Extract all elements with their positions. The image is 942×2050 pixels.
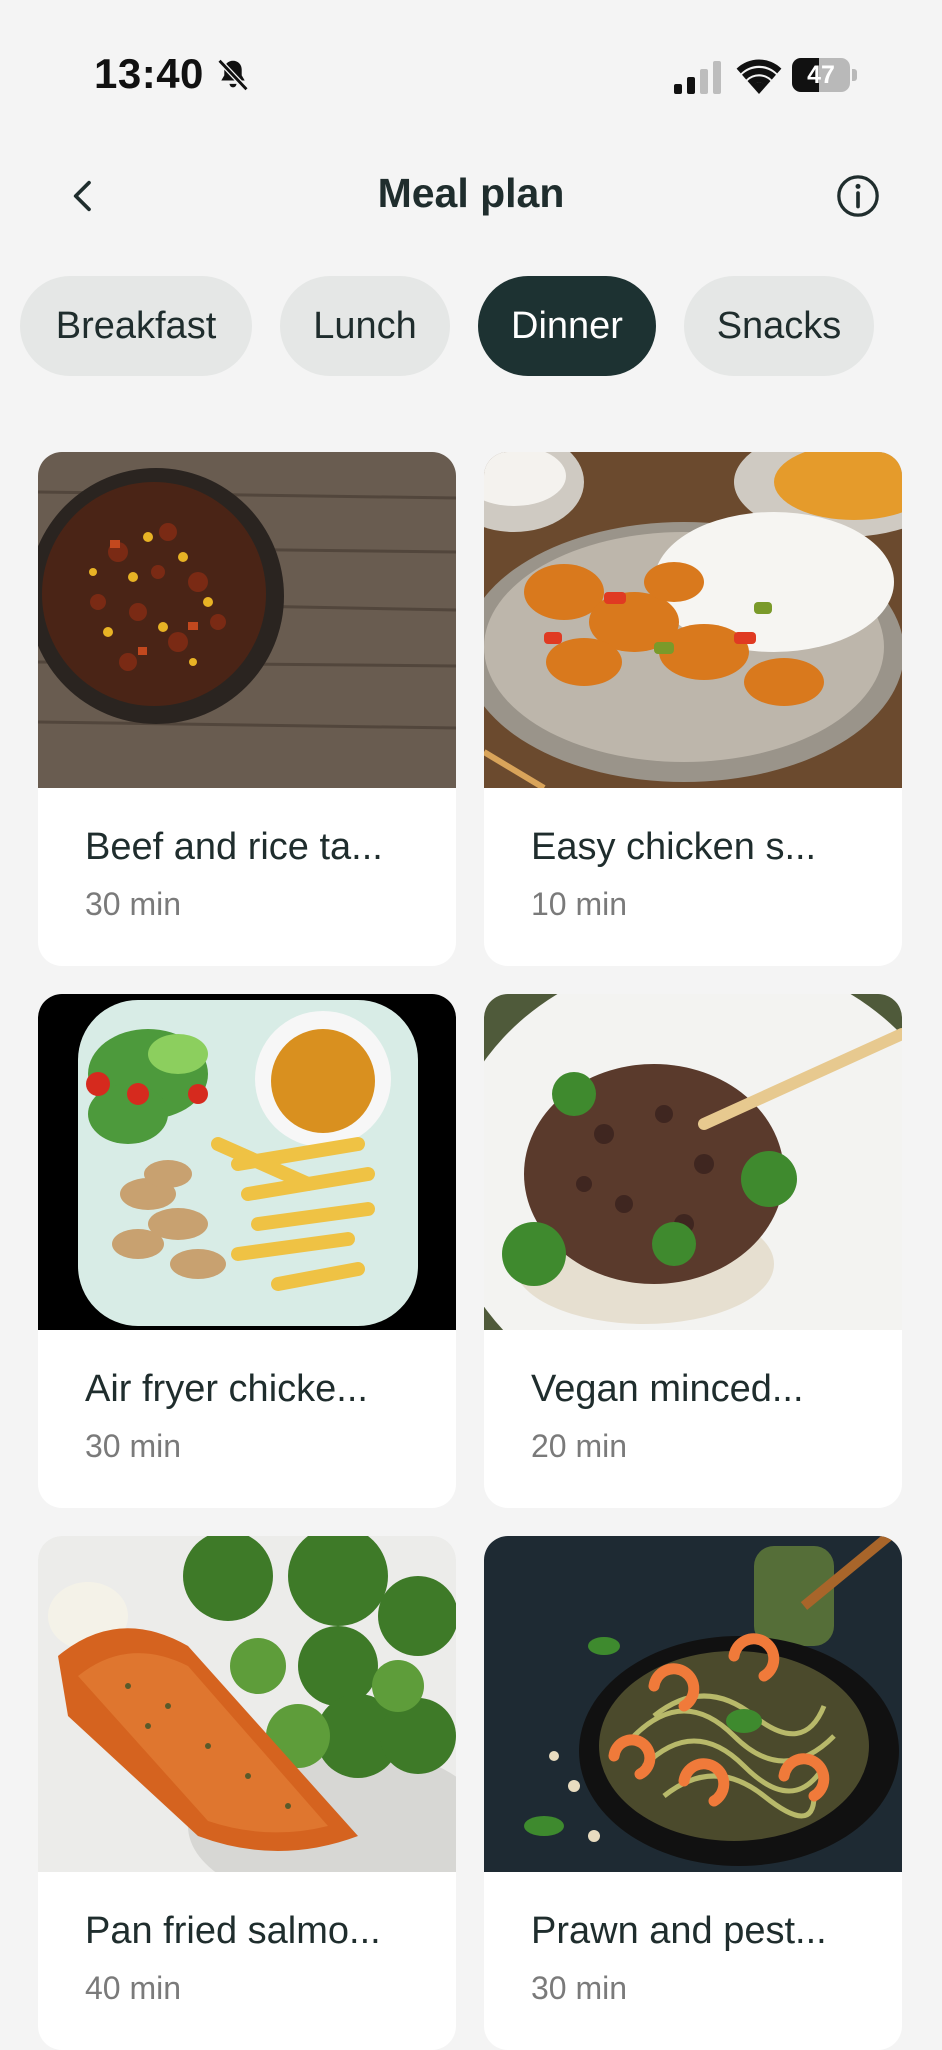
- battery-icon: 47: [792, 58, 858, 92]
- meal-time: 10 min: [531, 886, 628, 922]
- meal-card[interactable]: Air fryer chicke... 30 min: [38, 994, 456, 1508]
- tab-label: Lunch: [313, 304, 417, 347]
- meal-time: 20 min: [531, 1428, 628, 1464]
- meal-title: Beef and rice ta...: [85, 826, 383, 868]
- page-title: Meal plan: [377, 170, 565, 216]
- tab-label: Breakfast: [55, 304, 217, 347]
- battery-level: 47: [807, 61, 835, 89]
- tab-dinner[interactable]: Dinner: [478, 276, 656, 376]
- meal-time: 30 min: [531, 1970, 628, 2006]
- meal-image: [484, 452, 902, 788]
- meal-grid: Beef and rice ta... 30 min Easy chicken …: [38, 452, 904, 2050]
- meal-title: Prawn and pest...: [531, 1910, 827, 1952]
- header: Meal plan: [0, 150, 942, 240]
- meal-time: 30 min: [85, 1428, 182, 1464]
- meal-title: Pan fried salmo...: [85, 1910, 381, 1952]
- tab-label: Snacks: [716, 304, 842, 347]
- meal-card[interactable]: Easy chicken s... 10 min: [484, 452, 902, 966]
- meal-image: [38, 452, 456, 788]
- meal-time: 30 min: [85, 886, 182, 922]
- info-button[interactable]: [830, 168, 886, 224]
- meal-title: Air fryer chicke...: [85, 1368, 368, 1410]
- tab-breakfast[interactable]: Breakfast: [20, 276, 252, 376]
- tab-lunch[interactable]: Lunch: [280, 276, 450, 376]
- status-time: 13:40: [94, 50, 204, 97]
- meal-image: [484, 994, 902, 1330]
- wifi-icon: [736, 59, 782, 94]
- meal-card[interactable]: Vegan minced... 20 min: [484, 994, 902, 1508]
- meal-title: Vegan minced...: [531, 1368, 804, 1410]
- meal-type-tabs: Breakfast Lunch Dinner Snacks: [20, 276, 874, 376]
- meal-card[interactable]: Beef and rice ta... 30 min: [38, 452, 456, 966]
- status-bar: 13:40 47: [0, 0, 942, 150]
- bell-muted-icon: [217, 58, 249, 92]
- tab-snacks[interactable]: Snacks: [684, 276, 874, 376]
- meal-time: 40 min: [85, 1970, 182, 2006]
- info-icon: [837, 175, 879, 217]
- signal-icon: [674, 61, 721, 94]
- tab-label: Dinner: [511, 304, 623, 347]
- meal-image: [38, 1536, 456, 1872]
- meal-image: [38, 994, 456, 1330]
- meal-card[interactable]: Pan fried salmo... 40 min: [38, 1536, 456, 2050]
- meal-image: [484, 1536, 902, 1872]
- meal-card[interactable]: Prawn and pest... 30 min: [484, 1536, 902, 2050]
- meal-title: Easy chicken s...: [531, 826, 817, 868]
